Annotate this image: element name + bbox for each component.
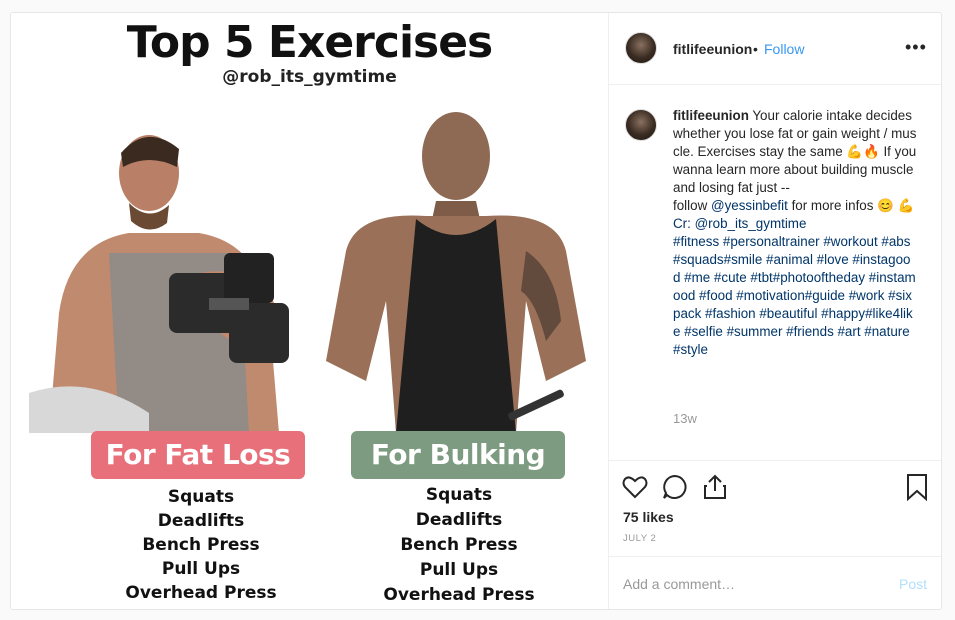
bulking-tag: For Bulking xyxy=(351,431,565,479)
credit-line[interactable]: Cr: @rob_its_gymtime xyxy=(673,216,806,231)
post-comment-button[interactable]: Post xyxy=(899,576,927,592)
post-image[interactable]: Top 5 Exercises @rob_its_gymtime For Fat… xyxy=(11,13,608,609)
hashtags[interactable]: #fitness #personaltrainer #workout #abs … xyxy=(673,234,916,357)
post-age[interactable]: 13w xyxy=(673,411,697,426)
image-handle: @rob_its_gymtime xyxy=(222,67,397,87)
caption-more-info: for more infos 😊 💪 xyxy=(791,198,915,213)
bulking-exercise-list: Squats Deadlifts Bench Press Pull Ups Ov… xyxy=(379,483,539,608)
like-count[interactable]: 75 likes xyxy=(623,509,674,525)
caption-username[interactable]: fitlifeeunion xyxy=(673,108,749,123)
post-header: fitlifeeunion • Follow ••• xyxy=(609,13,941,85)
follow-button[interactable]: Follow xyxy=(764,41,804,57)
exercise-item: Squats xyxy=(167,487,235,507)
fat-loss-tag: For Fat Loss xyxy=(91,431,305,479)
post-card: Top 5 Exercises @rob_its_gymtime For Fat… xyxy=(10,12,942,610)
caption-text: fitlifeeunion Your calorie intake decide… xyxy=(673,107,917,359)
heart-icon[interactable] xyxy=(621,473,649,501)
avatar[interactable] xyxy=(625,32,657,64)
bookmark-icon[interactable] xyxy=(903,473,931,501)
caption-follow-text: follow xyxy=(673,198,708,213)
image-title: Top 5 Exercises xyxy=(126,17,494,68)
exercise-item: Pull Ups xyxy=(161,559,241,579)
share-icon[interactable] xyxy=(701,473,729,501)
comment-icon[interactable] xyxy=(661,473,689,501)
exercise-item: Deadlifts xyxy=(415,510,503,530)
caption-section: fitlifeeunion Your calorie intake decide… xyxy=(609,85,941,461)
exercise-item: Bench Press xyxy=(142,535,260,555)
post-sidebar: fitlifeeunion • Follow ••• fitlifeeunion… xyxy=(608,13,941,609)
mention-link[interactable]: @yessinbefit xyxy=(711,198,788,213)
avatar[interactable] xyxy=(625,109,657,141)
man-with-dumbbell-illustration xyxy=(29,135,289,433)
post-date: JULY 2 xyxy=(623,533,657,544)
comment-bar: Post xyxy=(609,556,941,609)
exercise-item: Pull Ups xyxy=(419,560,499,580)
exercise-item: Overhead Press xyxy=(383,585,535,605)
add-comment-input[interactable] xyxy=(623,574,883,594)
exercise-item: Overhead Press xyxy=(125,583,277,603)
more-horizontal-icon[interactable]: ••• xyxy=(905,37,927,58)
separator-dot: • xyxy=(753,41,758,57)
exercise-item: Squats xyxy=(425,485,493,505)
man-in-tank-top-illustration xyxy=(326,112,586,433)
fat-loss-exercise-list: Squats Deadlifts Bench Press Pull Ups Ov… xyxy=(121,485,281,605)
header-username[interactable]: fitlifeeunion xyxy=(673,41,752,57)
exercise-item: Bench Press xyxy=(400,535,518,555)
exercise-item: Deadlifts xyxy=(157,511,245,531)
